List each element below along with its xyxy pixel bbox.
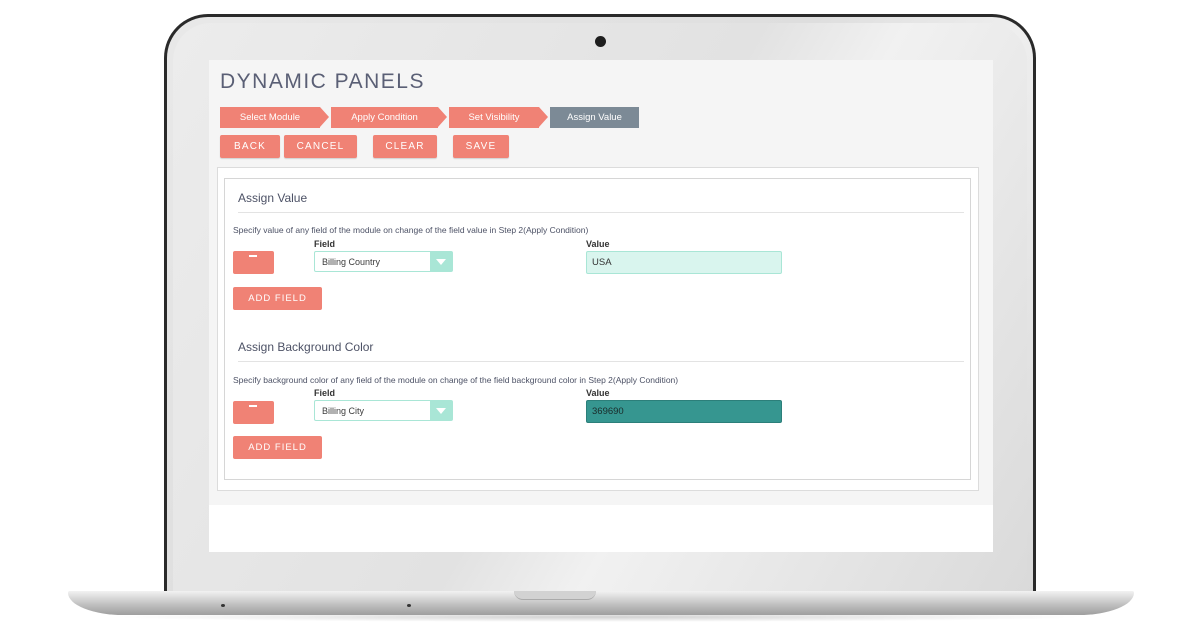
add-field-button[interactable]: ADD FIELD — [233, 287, 322, 310]
field-select-value: Billing City — [322, 406, 365, 416]
assign-panel: Assign Value Specify value of any field … — [224, 178, 971, 480]
step-select-module[interactable]: Select Module — [220, 107, 329, 128]
step-apply-condition[interactable]: Apply Condition — [331, 107, 447, 128]
assign-value-title: Assign Value — [238, 191, 308, 205]
laptop-foot-icon — [407, 604, 411, 607]
assign-background-title: Assign Background Color — [238, 340, 374, 354]
section-divider — [238, 361, 964, 362]
remove-row-button[interactable] — [233, 401, 274, 424]
chevron-down-icon — [436, 259, 446, 265]
field-select[interactable]: Billing Country — [314, 251, 453, 272]
camera-icon — [595, 36, 606, 47]
laptop-notch — [514, 591, 596, 600]
laptop-foot-icon — [221, 604, 225, 607]
field-label: Field — [314, 388, 336, 398]
content-panel: Assign Value Specify value of any field … — [217, 167, 979, 491]
minus-icon — [249, 255, 257, 257]
assign-background-description: Specify background color of any field of… — [233, 375, 679, 385]
dynamic-panels-app: DYNAMIC PANELS Select Module Apply Condi… — [209, 60, 993, 505]
value-label: Value — [586, 388, 610, 398]
chevron-down-icon — [436, 408, 446, 414]
save-button[interactable]: SAVE — [453, 135, 509, 158]
dropdown-toggle[interactable] — [430, 401, 452, 420]
remove-row-button[interactable] — [233, 251, 274, 274]
back-button[interactable]: BACK — [220, 135, 280, 158]
clear-button[interactable]: CLEAR — [373, 135, 437, 158]
wizard-steps: Select Module Apply Condition Set Visibi… — [220, 107, 639, 128]
field-select-value: Billing Country — [322, 257, 381, 267]
page-title: DYNAMIC PANELS — [220, 70, 425, 93]
field-label: Field — [314, 239, 336, 249]
minus-icon — [249, 405, 257, 407]
laptop-screen: DYNAMIC PANELS Select Module Apply Condi… — [209, 60, 993, 552]
add-field-button[interactable]: ADD FIELD — [233, 436, 322, 459]
step-assign-value[interactable]: Assign Value — [550, 107, 639, 128]
dropdown-toggle[interactable] — [430, 252, 452, 271]
color-value-input[interactable] — [586, 400, 782, 423]
value-label: Value — [586, 239, 610, 249]
field-select[interactable]: Billing City — [314, 400, 453, 421]
step-set-visibility[interactable]: Set Visibility — [449, 107, 548, 128]
cancel-button[interactable]: CANCEL — [284, 135, 357, 158]
laptop-base — [68, 591, 1134, 615]
assign-value-description: Specify value of any field of the module… — [233, 225, 589, 235]
section-divider — [238, 212, 964, 213]
value-input[interactable] — [586, 251, 782, 274]
